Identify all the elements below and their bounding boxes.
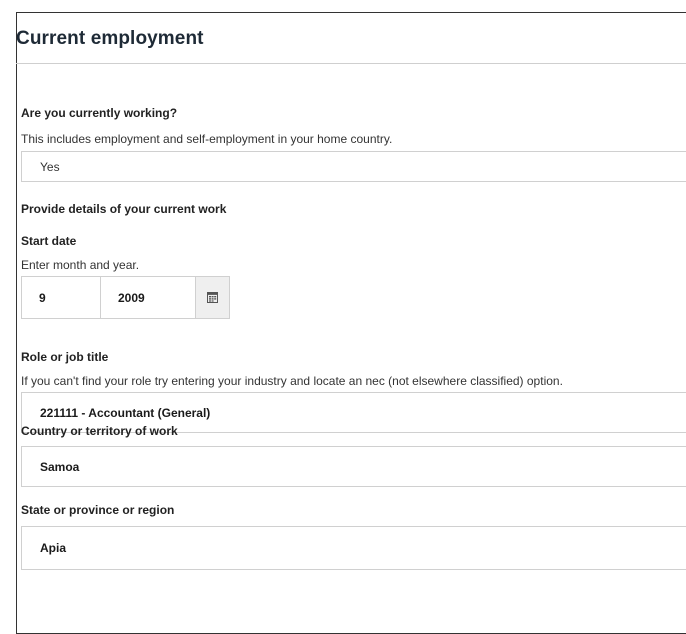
role-label: Role or job title <box>21 350 109 364</box>
country-label: Country or territory of work <box>21 424 178 438</box>
work-details-heading: Provide details of your current work <box>21 202 227 216</box>
working-select[interactable]: Yes <box>21 151 686 182</box>
section-title: Current employment <box>16 28 204 49</box>
start-month-input[interactable]: 9 <box>21 276 101 319</box>
working-question-hint: This includes employment and self-employ… <box>21 132 393 146</box>
start-date-label: Start date <box>21 234 77 248</box>
title-divider <box>16 63 686 64</box>
start-year-input[interactable]: 2009 <box>101 276 196 319</box>
state-input-value: Apia <box>40 541 67 555</box>
calendar-icon <box>207 292 218 303</box>
state-input[interactable]: Apia <box>21 526 686 570</box>
country-input[interactable]: Samoa <box>21 446 686 487</box>
state-label: State or province or region <box>21 503 175 517</box>
role-input-value: 221111 - Accountant (General) <box>40 405 211 420</box>
start-date-group: 9 2009 <box>21 276 230 319</box>
calendar-button[interactable] <box>196 276 230 319</box>
country-input-value: Samoa <box>40 459 80 474</box>
working-select-value: Yes <box>40 159 60 174</box>
start-date-hint: Enter month and year. <box>21 258 140 272</box>
working-question-label: Are you currently working? <box>21 106 178 120</box>
role-hint: If you can't find your role try entering… <box>21 374 563 388</box>
